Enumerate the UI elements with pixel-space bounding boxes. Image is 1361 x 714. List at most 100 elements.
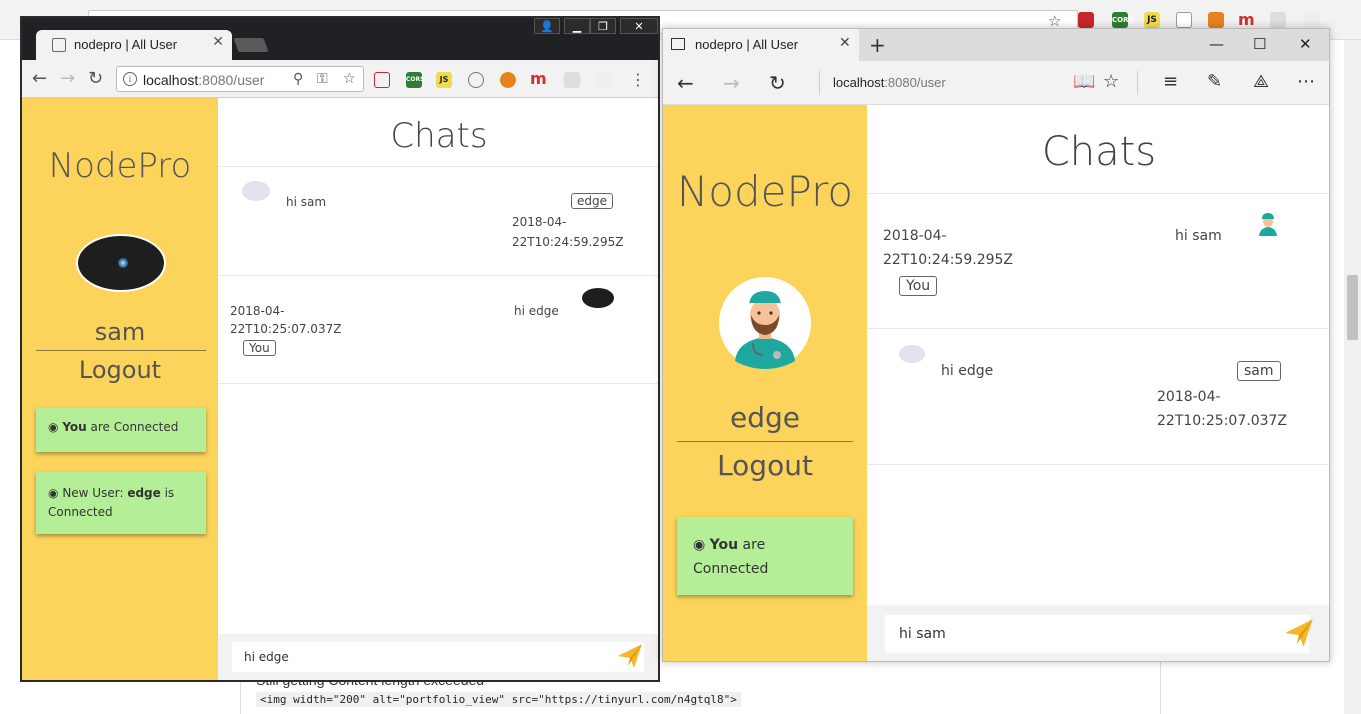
message-timestamp: 2018-04- — [230, 304, 285, 318]
host-scrollbar[interactable] — [1344, 40, 1361, 714]
reading-view-icon[interactable]: 📖 — [1073, 71, 1095, 92]
host-code-snippet: <img width="200" alt="portfolio_view" sr… — [256, 692, 741, 707]
minimize-button[interactable]: — — [1209, 35, 1224, 53]
message-text: hi sam — [1175, 228, 1222, 244]
chats-title: Chats — [390, 116, 488, 156]
message-input-bar — [218, 634, 658, 680]
edge-window: nodepro | All User ✕ + — ☐ ✕ ← → ↻ local… — [662, 28, 1330, 662]
chat-message: hi sam edge 2018-04- 22T10:24:59.295Z — [218, 166, 658, 276]
edge-titlebar: nodepro | All User ✕ + — ☐ ✕ — [663, 29, 1329, 61]
sender-tag: sam — [1237, 361, 1281, 381]
edge-url[interactable]: localhost:8080/user — [833, 75, 946, 90]
message-input-bar — [867, 605, 1329, 661]
message-timestamp: 22T10:25:07.037Z — [1157, 413, 1288, 429]
message-text: hi edge — [941, 363, 994, 379]
extension-icon[interactable] — [1176, 12, 1192, 28]
chrome-address-bar[interactable]: i localhost:8080/user ⚲ ⚿ ☆ — [116, 66, 364, 92]
forward-arrow-icon[interactable]: → — [723, 71, 740, 95]
chat-panel: Chats hi sam edge 2018-04- 22T10:24:59.2… — [218, 98, 658, 680]
host-scrollbar-thumb[interactable] — [1347, 275, 1358, 340]
share-icon[interactable]: ⟁ — [1253, 71, 1269, 92]
edge-page: NodePro edge Logout ◉ You are Connected — [663, 105, 1329, 661]
extension-icon[interactable] — [596, 72, 612, 88]
extension-icon[interactable] — [468, 72, 484, 88]
minimize-button[interactable]: ▁ — [564, 18, 590, 34]
web-note-icon[interactable]: ✎ — [1207, 71, 1222, 92]
new-tab-plus-icon[interactable]: + — [869, 33, 886, 57]
js-extension-icon[interactable]: JS — [436, 72, 452, 88]
refresh-icon[interactable]: ↻ — [769, 71, 786, 95]
extension-icon[interactable] — [374, 72, 390, 88]
fox-extension-icon[interactable] — [1208, 12, 1224, 28]
sender-tag: You — [899, 276, 938, 296]
toolbar-separator — [1137, 71, 1138, 95]
more-ellipsis-icon[interactable]: ⋯ — [1297, 71, 1315, 92]
profile-icon[interactable]: 👤 — [534, 18, 560, 34]
maximize-button[interactable]: ❐ — [590, 18, 616, 34]
reload-icon[interactable]: ↻ — [88, 68, 103, 89]
doctor-avatar-icon — [1259, 213, 1277, 236]
hub-icon[interactable]: ≡ — [1163, 71, 1178, 92]
chat-message: 2018-04- 22T10:25:07.037Z You hi edge — [218, 276, 658, 384]
zoom-icon[interactable]: ⚲ — [293, 71, 303, 87]
info-icon[interactable]: i — [123, 72, 137, 86]
sender-tag: You — [243, 340, 276, 356]
brand-title: NodePro — [676, 167, 854, 216]
forward-arrow-icon[interactable]: → — [60, 68, 75, 89]
galaxy-avatar-icon — [899, 345, 925, 363]
chrome-tab[interactable]: nodepro | All User ✕ — [36, 30, 232, 60]
doctor-avatar-icon — [719, 277, 811, 369]
galaxy-avatar-icon — [582, 288, 614, 308]
close-window-button[interactable]: ✕ — [620, 18, 658, 34]
cors-extension-icon[interactable]: CORS — [1112, 12, 1134, 28]
new-user-notification: ◉ New User: edge is Connected — [36, 472, 206, 534]
new-tab-button[interactable] — [233, 38, 269, 52]
chat-message: hi edge sam 2018-04- 22T10:25:07.037Z — [867, 329, 1329, 465]
close-tab-icon[interactable]: ✕ — [212, 34, 224, 50]
message-timestamp: 2018-04- — [883, 228, 947, 244]
username: sam — [94, 318, 146, 346]
back-arrow-icon[interactable]: ← — [677, 71, 694, 95]
radio-dot-icon: ◉ — [48, 486, 59, 500]
galaxy-avatar-icon — [76, 234, 166, 292]
edge-toolbar: ← → ↻ localhost:8080/user 📖 ☆ ≡ ✎ ⟁ ⋯ — [663, 61, 1329, 105]
close-window-button[interactable]: ✕ — [1299, 35, 1312, 53]
favorite-star-icon[interactable]: ☆ — [1103, 71, 1119, 92]
m-extension-icon[interactable]: m — [530, 71, 547, 88]
galaxy-avatar-icon — [242, 181, 270, 201]
username: edge — [730, 401, 800, 434]
key-icon[interactable]: ⚿ — [317, 71, 328, 87]
message-timestamp: 22T10:25:07.037Z — [230, 322, 342, 336]
brand-title: NodePro — [48, 146, 192, 186]
m-extension-icon[interactable]: m — [1238, 12, 1255, 28]
message-timestamp: 2018-04- — [512, 215, 567, 229]
chrome-page: NodePro sam Logout ◉ You are Connected ◉… — [22, 98, 658, 680]
chrome-url[interactable]: localhost:8080/user — [143, 72, 264, 88]
send-icon[interactable] — [616, 642, 644, 670]
logout-link[interactable]: Logout — [663, 449, 867, 482]
js-extension-icon[interactable]: JS — [1144, 12, 1160, 28]
close-tab-icon[interactable]: ✕ — [839, 35, 851, 51]
cors-extension-icon[interactable]: CORS — [406, 72, 424, 88]
chrome-tab-title: nodepro | All User — [74, 37, 178, 52]
extension-icon[interactable] — [1270, 12, 1286, 28]
logout-link[interactable]: Logout — [22, 356, 218, 384]
extension-icon[interactable] — [564, 72, 580, 88]
extension-icon[interactable] — [1304, 12, 1320, 28]
chrome-titlebar: nodepro | All User ✕ 👤 ▁ ❐ ✕ — [22, 18, 658, 60]
menu-kebab-icon[interactable]: ⋮ — [630, 70, 646, 89]
message-input[interactable] — [885, 615, 1309, 653]
message-text: hi sam — [286, 195, 327, 209]
maximize-button[interactable]: ☐ — [1253, 35, 1266, 53]
fox-extension-icon[interactable] — [500, 72, 516, 88]
message-timestamp: 2018-04- — [1157, 389, 1221, 405]
bookmark-star-icon[interactable]: ☆ — [343, 71, 356, 87]
connection-notification: ◉ You are Connected — [677, 517, 853, 595]
send-icon[interactable] — [1283, 617, 1315, 649]
message-input[interactable] — [232, 642, 644, 672]
edge-tab[interactable]: nodepro | All User ✕ — [663, 29, 859, 61]
back-arrow-icon[interactable]: ← — [32, 68, 47, 89]
chrome-window: nodepro | All User ✕ 👤 ▁ ❐ ✕ ← → ↻ i loc… — [20, 16, 660, 682]
chats-title: Chats — [1041, 129, 1157, 175]
extension-icon[interactable] — [1078, 12, 1094, 28]
